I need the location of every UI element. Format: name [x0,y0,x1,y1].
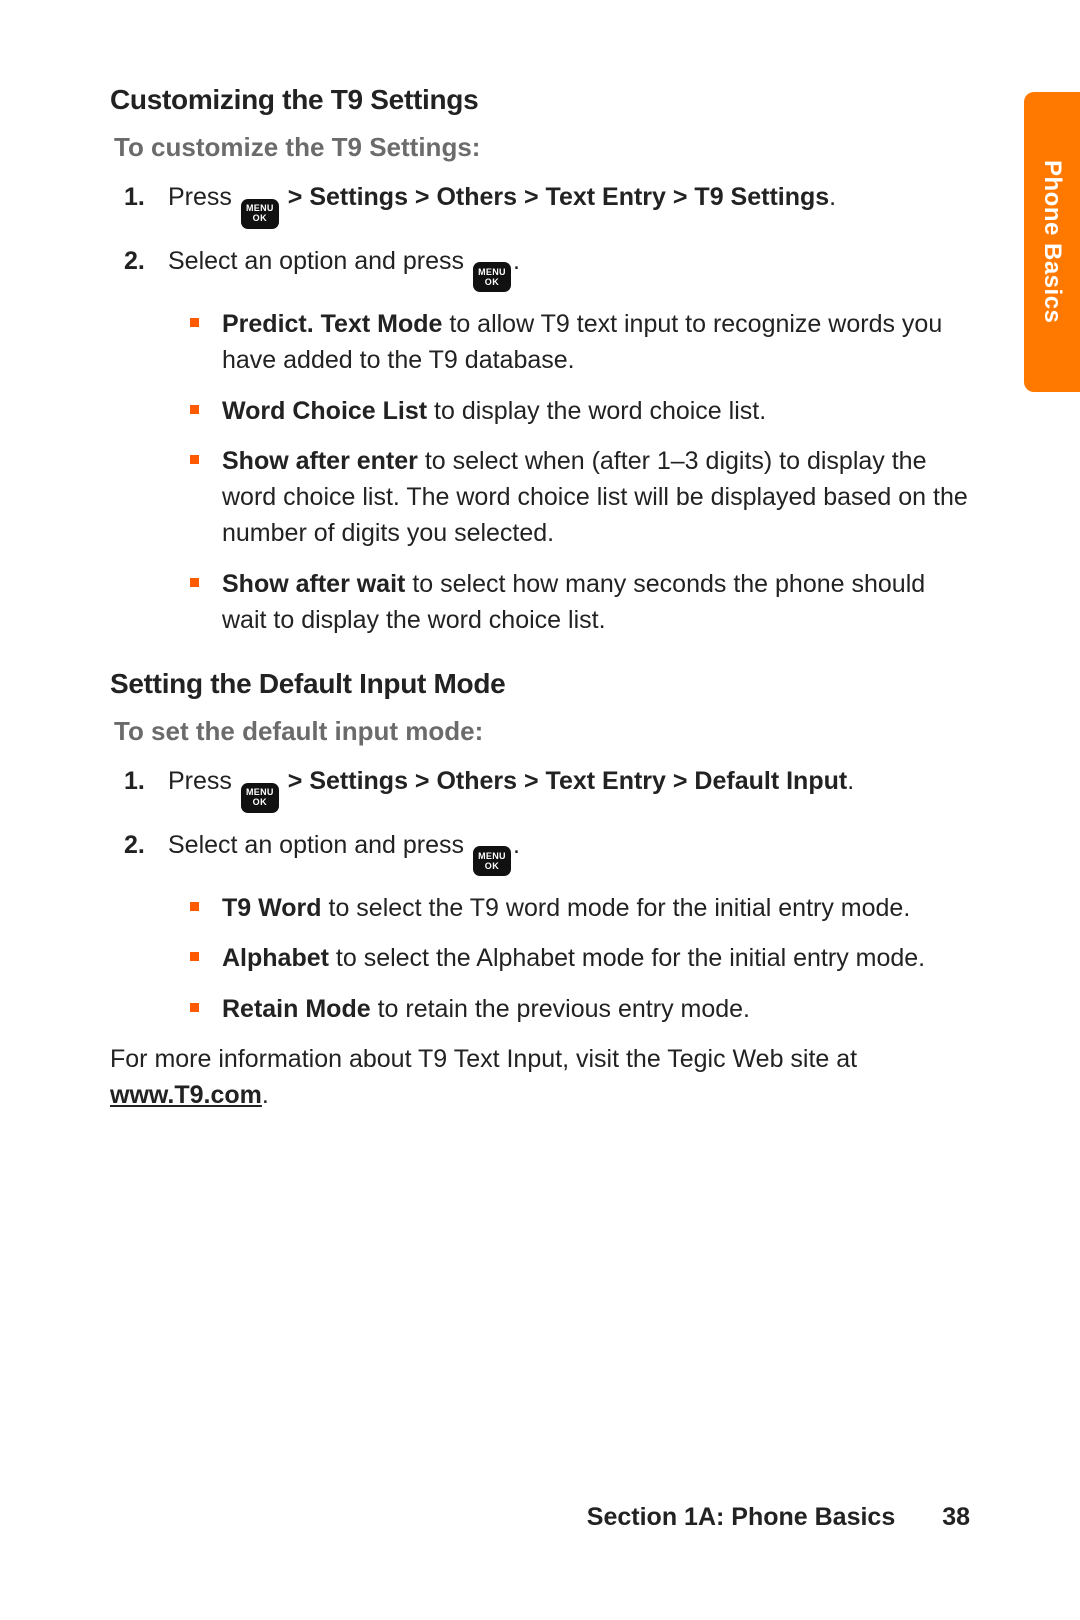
closing-pre: For more information about T9 Text Input… [110,1045,857,1073]
menu-key-line2: OK [485,862,500,871]
opt-t9-word: T9 Word [222,894,322,922]
period: . [513,247,520,275]
period: . [847,767,854,795]
opt-show-after-enter: Show after enter [222,447,418,475]
footer-page-number: 38 [942,1503,970,1532]
opt-alphabet: Alphabet [222,944,329,972]
step2-text: Select an option and press [168,831,471,859]
list-item: Show after enter to select when (after 1… [216,443,970,552]
page-footer: Section 1A: Phone Basics 38 [587,1503,970,1532]
subhead-customize-t9: To customize the T9 Settings: [114,132,970,163]
menu-key-line1: MENU [246,788,274,797]
side-tab-label: Phone Basics [1038,160,1066,323]
opt-retain-mode: Retain Mode [222,995,371,1023]
list-item: T9 Word to select the T9 word mode for t… [216,890,970,926]
list-item: Alphabet to select the Alphabet mode for… [216,940,970,976]
step1-path: > Settings > Others > Text Entry > T9 Se… [281,183,829,211]
step-2: Select an option and press MENUOK. T9 Wo… [160,827,970,1027]
menu-ok-key-icon: MENUOK [241,199,279,229]
heading-customizing-t9: Customizing the T9 Settings [110,84,970,116]
footer-section: Section 1A: Phone Basics [587,1503,895,1531]
list-item: Retain Mode to retain the previous entry… [216,991,970,1027]
menu-ok-key-icon: MENUOK [473,846,511,876]
options-list-1: Predict. Text Mode to allow T9 text inpu… [168,306,970,638]
opt-show-after-wait: Show after wait [222,570,405,598]
steps-list-1: Press MENUOK > Settings > Others > Text … [110,179,970,638]
period: . [829,183,836,211]
opt-predict-text: Predict. Text Mode [222,310,442,338]
period: . [513,831,520,859]
menu-ok-key-icon: MENUOK [241,783,279,813]
list-item: Predict. Text Mode to allow T9 text inpu… [216,306,970,379]
opt-word-choice-desc: to display the word choice list. [427,397,766,425]
opt-alphabet-desc: to select the Alphabet mode for the init… [329,944,925,972]
manual-page: Phone Basics Customizing the T9 Settings… [0,0,1080,1620]
opt-t9-word-desc: to select the T9 word mode for the initi… [322,894,911,922]
step1-path: > Settings > Others > Text Entry > Defau… [281,767,847,795]
closing-post: . [262,1081,269,1109]
options-list-2: T9 Word to select the T9 word mode for t… [168,890,970,1027]
step-1: Press MENUOK > Settings > Others > Text … [160,763,970,813]
step2-text: Select an option and press [168,247,471,275]
menu-key-line2: OK [253,798,268,807]
opt-retain-mode-desc: to retain the previous entry mode. [371,995,750,1023]
steps-list-2: Press MENUOK > Settings > Others > Text … [110,763,970,1027]
heading-default-input: Setting the Default Input Mode [110,668,970,700]
side-tab: Phone Basics [1024,92,1080,392]
menu-ok-key-icon: MENUOK [473,262,511,292]
closing-paragraph: For more information about T9 Text Input… [110,1041,970,1114]
subhead-default-input: To set the default input mode: [114,716,970,747]
step-1: Press MENUOK > Settings > Others > Text … [160,179,970,229]
list-item: Word Choice List to display the word cho… [216,393,970,429]
t9-link[interactable]: www.T9.com [110,1081,262,1109]
opt-word-choice: Word Choice List [222,397,427,425]
menu-key-line2: OK [253,214,268,223]
step-2: Select an option and press MENUOK. Predi… [160,243,970,639]
step1-press: Press [168,183,239,211]
menu-key-line1: MENU [478,268,506,277]
menu-key-line1: MENU [246,204,274,213]
menu-key-line1: MENU [478,852,506,861]
menu-key-line2: OK [485,278,500,287]
step1-press: Press [168,767,239,795]
list-item: Show after wait to select how many secon… [216,566,970,639]
